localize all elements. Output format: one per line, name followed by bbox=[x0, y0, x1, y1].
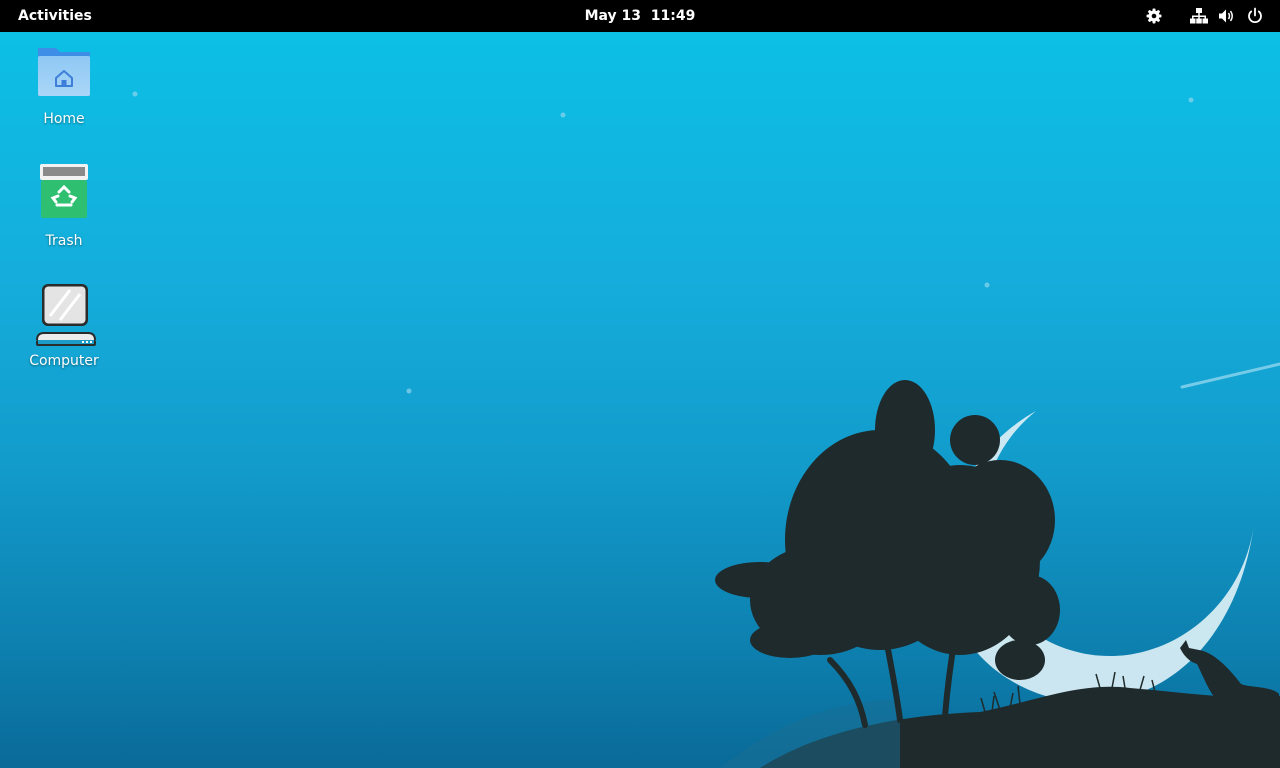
clock-date: May 13 bbox=[584, 8, 642, 24]
desktop-icon-label: Home bbox=[43, 111, 85, 127]
desktop-icon-home[interactable]: Home bbox=[16, 42, 112, 128]
trash-icon bbox=[40, 164, 88, 218]
desktop-icon-trash[interactable]: Trash bbox=[16, 164, 112, 250]
top-bar: Activities May 13 11:49 bbox=[0, 0, 1280, 32]
desktop-icon-label: Computer bbox=[29, 353, 99, 369]
power-icon[interactable] bbox=[1245, 6, 1265, 26]
desktop-screen: Activities May 13 11:49 Home Trash Compu… bbox=[0, 0, 1280, 768]
network-wired-icon[interactable] bbox=[1189, 6, 1209, 26]
home-folder-icon bbox=[38, 48, 90, 96]
computer-icon bbox=[36, 284, 96, 346]
volume-icon[interactable] bbox=[1216, 6, 1236, 26]
wallpaper bbox=[132, 91, 1280, 768]
clock: May 13 11:49 bbox=[0, 0, 1280, 32]
wallpaper-stars bbox=[132, 91, 1194, 394]
settings-gear-icon[interactable] bbox=[1144, 6, 1164, 26]
desktop-icon-label: Trash bbox=[45, 233, 83, 249]
clock-time: 11:49 bbox=[650, 8, 696, 24]
clock-button[interactable]: May 13 11:49 bbox=[585, 8, 696, 24]
activities-button[interactable]: Activities bbox=[10, 0, 100, 32]
desktop-icon-computer[interactable]: Computer bbox=[16, 284, 112, 370]
shooting-star bbox=[1180, 362, 1280, 389]
tree-foliage bbox=[715, 380, 1060, 680]
